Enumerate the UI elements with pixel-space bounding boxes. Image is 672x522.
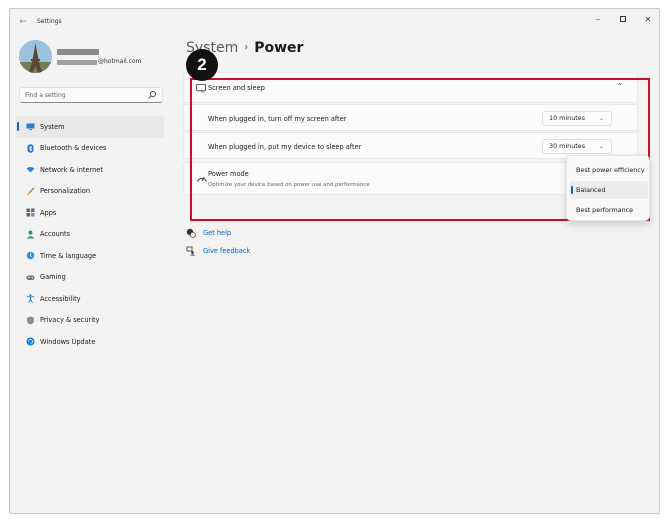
- sleep-value: 30 minutes: [549, 142, 586, 150]
- sidebar-item-accounts[interactable]: Accounts: [16, 224, 164, 246]
- power-mode-gauge-icon: [197, 177, 207, 182]
- user-name-redacted: [57, 49, 99, 55]
- app-title: Settings: [37, 18, 62, 25]
- help-links: Get help Give feedback: [186, 224, 250, 260]
- apps-icon: [26, 208, 35, 217]
- sidebar-item-label: Bluetooth & devices: [40, 144, 107, 153]
- selected-indicator: [571, 186, 573, 194]
- power-mode-dropdown-menu: Best power efficiency Balanced Best perf…: [566, 155, 650, 221]
- sidebar-item-system[interactable]: System: [16, 116, 164, 138]
- maximize-icon: [620, 15, 626, 22]
- power-option-best-performance[interactable]: Best performance: [570, 201, 648, 219]
- search-icon[interactable]: [147, 90, 157, 100]
- update-icon: [26, 337, 35, 346]
- monitor-icon: [26, 123, 35, 131]
- feedback-icon: [186, 246, 196, 256]
- give-feedback-link[interactable]: Give feedback: [203, 247, 250, 255]
- power-option-best-efficiency[interactable]: Best power efficiency: [570, 161, 648, 179]
- bluetooth-icon: [27, 143, 34, 153]
- accessibility-icon: [26, 294, 35, 303]
- brush-icon: [27, 187, 35, 195]
- back-arrow-icon[interactable]: ←: [16, 15, 30, 29]
- sidebar-item-label: Gaming: [40, 273, 66, 282]
- sidebar-item-accessibility[interactable]: Accessibility: [16, 288, 164, 310]
- screen-sleep-icon: [196, 83, 207, 93]
- eiffel-tower-picture: [19, 40, 52, 73]
- wifi-icon: [26, 167, 35, 173]
- screen-off-dropdown[interactable]: 10 minutes ⌄: [542, 111, 612, 126]
- screen-off-label: When plugged in, turn off my screen afte…: [208, 115, 347, 123]
- search-input[interactable]: [25, 90, 145, 101]
- power-option-label: Balanced: [576, 186, 606, 194]
- screen-and-sleep-header[interactable]: Screen and sleep ⌃: [183, 72, 638, 103]
- sidebar-nav: System Bluetooth & devices Network & int…: [16, 116, 164, 353]
- search-box[interactable]: [19, 87, 163, 103]
- sidebar-item-apps[interactable]: Apps: [16, 202, 164, 224]
- close-button[interactable]: ✕: [636, 13, 659, 27]
- shield-icon: [27, 316, 34, 325]
- maximize-button[interactable]: [611, 13, 635, 27]
- sidebar-item-time-language[interactable]: Time & language: [16, 245, 164, 267]
- chevron-up-icon[interactable]: ⌃: [616, 82, 623, 91]
- person-icon: [26, 230, 35, 238]
- sidebar-item-bluetooth[interactable]: Bluetooth & devices: [16, 138, 164, 160]
- sidebar-item-label: Accounts: [40, 230, 71, 239]
- chevron-down-icon: ⌄: [598, 143, 604, 150]
- sidebar-item-label: System: [40, 122, 65, 131]
- sidebar-item-label: Accessibility: [40, 294, 81, 303]
- sidebar-item-label: Time & language: [40, 251, 97, 260]
- power-option-balanced[interactable]: Balanced: [570, 181, 648, 199]
- sleep-dropdown[interactable]: 30 minutes ⌄: [542, 139, 612, 154]
- get-help-link[interactable]: Get help: [203, 229, 231, 237]
- avatar[interactable]: [19, 40, 52, 73]
- power-mode-description: Optimize your device based on power use …: [208, 182, 370, 188]
- sidebar-item-personalization[interactable]: Personalization: [16, 181, 164, 203]
- sidebar-item-gaming[interactable]: Gaming: [16, 267, 164, 289]
- sidebar-item-privacy-security[interactable]: Privacy & security: [16, 310, 164, 332]
- power-mode-title: Power mode: [208, 170, 249, 178]
- breadcrumb-separator: ›: [244, 42, 249, 53]
- sidebar-item-label: Apps: [40, 208, 57, 217]
- sleep-label: When plugged in, put my device to sleep …: [208, 143, 362, 151]
- screen-off-value: 10 minutes: [549, 114, 586, 122]
- chevron-down-icon: ⌄: [598, 115, 604, 122]
- active-indicator: [17, 122, 19, 131]
- sidebar-item-network[interactable]: Network & internet: [16, 159, 164, 181]
- give-feedback-row: Give feedback: [186, 242, 250, 260]
- user-email-redacted: [57, 60, 97, 65]
- gamepad-icon: [26, 275, 35, 280]
- help-chat-icon: [186, 228, 196, 238]
- title-bar: ← Settings – ✕: [10, 9, 659, 35]
- globe-clock-icon: [26, 251, 35, 260]
- sidebar-item-label: Windows Update: [40, 337, 96, 346]
- sidebar-item-label: Privacy & security: [40, 316, 100, 325]
- user-email: @hotmail.com: [98, 58, 142, 65]
- sidebar-item-label: Network & internet: [40, 165, 103, 174]
- get-help-row: Get help: [186, 224, 250, 242]
- sidebar-item-label: Personalization: [40, 187, 90, 196]
- page-title: Power: [254, 40, 304, 56]
- screen-and-sleep-title: Screen and sleep: [208, 84, 265, 92]
- minimize-button[interactable]: –: [586, 13, 610, 27]
- screen-off-row: When plugged in, turn off my screen afte…: [183, 104, 638, 131]
- step-number-badge: 2: [186, 49, 218, 81]
- sidebar-item-windows-update[interactable]: Windows Update: [16, 331, 164, 353]
